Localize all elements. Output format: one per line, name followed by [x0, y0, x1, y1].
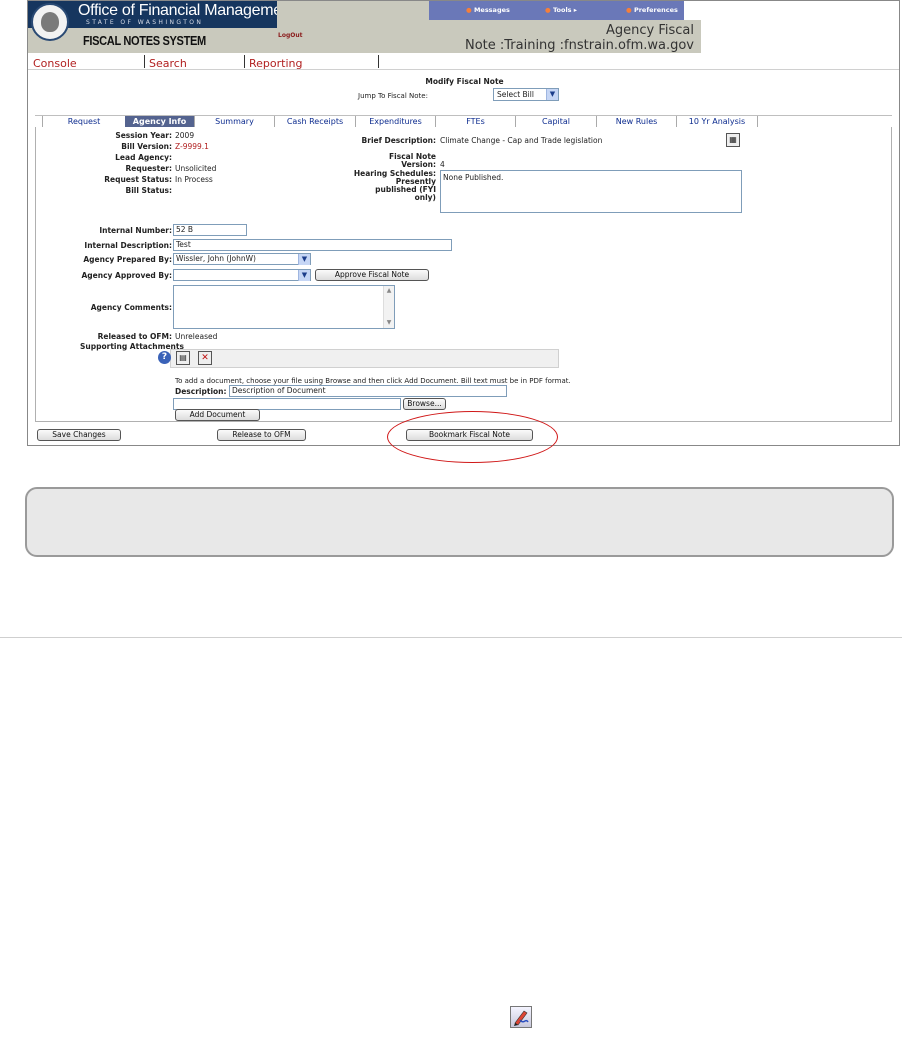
tab-agency-info[interactable]: Agency Info	[125, 116, 195, 127]
bullet-icon: ●	[545, 6, 553, 14]
released-to-ofm-label: Released to OFM:	[97, 332, 172, 341]
upload-instructions: To add a document, choose your file usin…	[175, 377, 571, 385]
top-nav-tools[interactable]: ● Tools ▸	[545, 6, 577, 14]
help-icon[interactable]: ?	[158, 351, 171, 364]
state-seal-icon	[31, 3, 69, 41]
hearing-schedules-box: None Published.	[440, 170, 742, 213]
release-to-ofm-button[interactable]: Release to OFM	[217, 429, 306, 441]
supporting-attachments-label: Supporting Attachments	[80, 342, 184, 351]
nav-search[interactable]: Search	[149, 57, 187, 70]
system-title: FISCAL NOTES SYSTEM	[83, 33, 206, 48]
chevron-down-icon[interactable]: ▼	[298, 270, 310, 281]
pen-icon-graphic	[514, 1010, 529, 1026]
environment-title: Agency Fiscal	[606, 23, 694, 38]
attachments-toolbar	[170, 349, 559, 368]
top-nav-preferences[interactable]: ● Preferences	[626, 6, 678, 14]
top-nav-label: Preferences	[633, 6, 678, 14]
bullet-icon: ●	[626, 6, 634, 14]
jump-to-select[interactable]: Select Bill ▼	[493, 88, 559, 101]
add-document-button[interactable]: Add Document	[175, 409, 260, 421]
bullet-icon: ●	[466, 6, 474, 14]
page-title: Modify Fiscal Note	[425, 77, 504, 86]
scroll-down-icon[interactable]: ▼	[384, 318, 394, 328]
browse-button[interactable]: Browse...	[403, 398, 446, 410]
prepared-by-select[interactable]: Wissler, John (JohnW) ▼	[173, 253, 311, 265]
brief-description-label: Brief Description:	[361, 136, 436, 145]
session-year-value: 2009	[175, 131, 195, 140]
save-changes-button[interactable]: Save Changes	[37, 429, 121, 441]
tab-request[interactable]: Request	[42, 116, 126, 127]
prepared-by-label: Agency Prepared By:	[83, 255, 172, 264]
internal-number-input[interactable]: 52 B	[173, 224, 247, 236]
brief-description-value: Climate Change - Cap and Trade legislati…	[440, 136, 603, 145]
internal-description-label: Internal Description:	[84, 241, 172, 250]
lead-agency-label: Lead Agency:	[115, 153, 172, 162]
screenshot-frame: Office of Financial Management STATE OF …	[27, 0, 900, 446]
nav-console[interactable]: Console	[33, 57, 77, 70]
fiscal-note-version-label-2: Version:	[401, 160, 436, 169]
nav-separator	[378, 55, 379, 68]
tab-capital[interactable]: Capital	[516, 116, 597, 127]
nav-reporting[interactable]: Reporting	[249, 57, 302, 70]
jump-label: Jump To Fiscal Note:	[358, 92, 428, 100]
approved-by-label: Agency Approved By:	[81, 271, 173, 280]
approve-fiscal-note-button[interactable]: Approve Fiscal Note	[315, 269, 429, 281]
request-status-value: In Process	[175, 175, 213, 184]
tab-summary[interactable]: Summary	[195, 116, 275, 127]
session-year-label: Session Year:	[115, 131, 172, 140]
environment-detail: Note :Training :fnstrain.ofm.wa.gov	[464, 38, 694, 53]
jump-select-value: Select Bill	[497, 90, 534, 99]
save-document-icon[interactable]: ▤	[176, 351, 190, 365]
tab-cash-receipts[interactable]: Cash Receipts	[275, 116, 356, 127]
tab-expenditures[interactable]: Expenditures	[356, 116, 436, 127]
bill-version-value: Z-9999.1	[175, 142, 209, 151]
chevron-down-icon[interactable]: ▼	[298, 254, 310, 265]
header-mid-band	[277, 1, 429, 53]
request-status-label: Request Status:	[104, 175, 172, 184]
top-nav-messages[interactable]: ● Messages	[466, 6, 510, 14]
document-description-input[interactable]: Description of Document	[229, 385, 507, 397]
approved-by-select[interactable]: ▼	[173, 269, 311, 281]
tab-new-rules[interactable]: New Rules	[597, 116, 677, 127]
calendar-icon[interactable]: ▦	[726, 133, 740, 147]
requester-value: Unsolicited	[175, 164, 217, 173]
prepared-by-value: Wissler, John (JohnW)	[176, 254, 256, 263]
released-to-ofm-value: Unreleased	[175, 332, 218, 341]
description-label: Description:	[175, 387, 227, 396]
highlight-oval	[387, 411, 558, 463]
note-callout-box	[25, 487, 894, 557]
tab-ftes[interactable]: FTEs	[436, 116, 516, 127]
delete-icon[interactable]: ✕	[198, 351, 212, 365]
fiscal-note-version-value: 4	[440, 160, 445, 169]
top-nav-label: Messages	[473, 6, 510, 14]
org-title: Office of Financial Management	[78, 2, 295, 19]
nav-separator	[244, 55, 245, 68]
requester-label: Requester:	[125, 164, 173, 173]
internal-description-input[interactable]: Test	[173, 239, 452, 251]
org-subtitle: STATE OF WASHINGTON	[86, 19, 204, 26]
nav-separator	[144, 55, 145, 68]
agency-comments-label: Agency Comments:	[90, 303, 172, 312]
internal-number-label: Internal Number:	[99, 226, 172, 235]
top-nav-label: Tools ▸	[552, 6, 578, 14]
tab-10-yr-analysis[interactable]: 10 Yr Analysis	[677, 116, 758, 127]
bill-version-label: Bill Version:	[121, 142, 172, 151]
pen-icon	[510, 1006, 532, 1028]
scroll-up-icon[interactable]: ▲	[384, 286, 394, 296]
bill-status-label: Bill Status:	[125, 186, 172, 195]
comments-scrollbar[interactable]: ▲ ▼	[383, 286, 394, 328]
hearing-schedules-label-4: only)	[414, 193, 436, 202]
agency-comments-input[interactable]: ▲ ▼	[173, 285, 395, 329]
seal-portrait	[41, 12, 59, 32]
logout-link[interactable]: LogOut	[278, 32, 302, 39]
chevron-down-icon[interactable]: ▼	[546, 89, 558, 100]
page-divider	[0, 637, 902, 638]
hearing-schedules-value: None Published.	[443, 173, 504, 182]
